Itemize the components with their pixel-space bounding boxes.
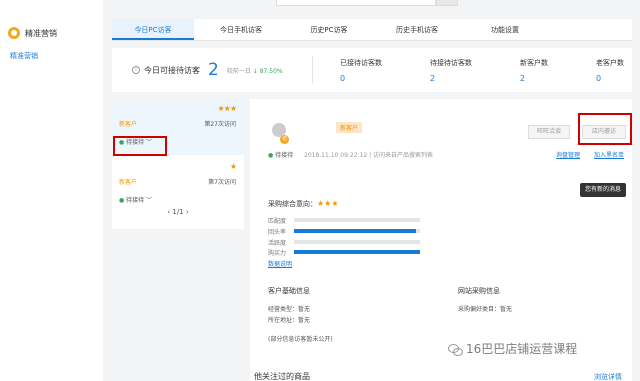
- highlight-box: [113, 136, 167, 156]
- kpi-value[interactable]: 2: [430, 74, 472, 83]
- tab-bar: 今日PC访客 今日手机访客 历史PC访客 历史手机访客 功能设置: [112, 19, 632, 41]
- next-page-icon[interactable]: ›: [186, 208, 189, 216]
- status-label: 待接待: [275, 152, 294, 159]
- privacy-note: (部分信息访客暂未公开): [268, 336, 333, 343]
- visit-meta: 2018.11.10 09:22:12 | 访问来自产品搜索列表: [304, 152, 434, 159]
- metric-label: 购买力: [268, 250, 287, 257]
- tab-history-mobile[interactable]: 历史手机访客: [376, 19, 458, 40]
- top-search-button[interactable]: [436, 0, 458, 6]
- location: 所在地址：暂无: [268, 317, 311, 324]
- divider: [312, 56, 313, 84]
- receivable-stat: i 今日可接待访客 2 较前一日 ↓ 87.50%: [132, 60, 283, 80]
- sidebar: 精准营销 精准营销: [0, 0, 103, 381]
- metric-bar: [294, 240, 420, 244]
- blacklist-link[interactable]: 加入黑名单: [594, 150, 624, 159]
- metric-label: 回头率: [268, 229, 287, 236]
- kpi-label: 已接待访客数: [340, 59, 382, 67]
- kpi-value[interactable]: 0: [596, 74, 624, 83]
- tab-today-pc[interactable]: 今日PC访客: [112, 19, 194, 40]
- metric-bar: [294, 250, 420, 254]
- stats-panel: i 今日可接待访客 2 较前一日 ↓ 87.50% 已接待访客数 0 待接待访客…: [112, 48, 632, 92]
- new-customer-badge: 新客户: [336, 122, 363, 133]
- target-icon: [8, 27, 20, 39]
- visitor-detail: 访 新客户 ● 待接待 2018.11.10 09:22:12 | 访问来自产品…: [250, 99, 632, 381]
- status-dot-icon: ●: [119, 197, 125, 204]
- receivable-label: 今日可接待访客: [144, 65, 200, 75]
- top-search-input[interactable]: [276, 0, 436, 6]
- metric-label: 匹配度: [268, 218, 287, 225]
- metric-bar-fill: [294, 250, 420, 254]
- kpi-old-customers: 老客户数 0: [596, 58, 624, 83]
- kpi-pending: 待接待访客数 2: [430, 58, 472, 83]
- watermark-text: 16巴巴店铺运营课程: [466, 342, 578, 356]
- status-dropdown[interactable]: ● 待接待 ﹀: [119, 195, 152, 204]
- tab-today-mobile[interactable]: 今日手机访客: [200, 19, 282, 40]
- business-type: 经营类型：暂无: [268, 306, 311, 313]
- sidebar-item-precision-marketing[interactable]: 精准营销: [10, 51, 38, 61]
- browse-detail-link[interactable]: 浏览详情: [594, 372, 622, 381]
- status-indicator: ● 待接待: [268, 150, 293, 159]
- purchase-intent: 采购综合意向：★★★: [268, 199, 339, 209]
- new-customer-tag: 新客户: [119, 121, 138, 128]
- kpi-label: 待接待访客数: [430, 59, 472, 67]
- kpi-label: 老客户数: [596, 59, 624, 67]
- chevron-down-icon: ﹀: [146, 197, 153, 204]
- visitor-card[interactable]: ★ 新客户 第7次访问 ● 待接待 ﹀: [112, 157, 244, 213]
- star-rating: ★★★: [217, 104, 236, 113]
- metric-bar: [294, 218, 420, 222]
- kpi-new-customers: 新客户数 2: [520, 58, 548, 83]
- star-rating: ★★★: [317, 199, 339, 208]
- compare-arrow-icon: ↓: [252, 67, 258, 75]
- inquiry-manage-link[interactable]: 询盘管理: [556, 150, 580, 159]
- visit-count: 第7次访问: [208, 179, 236, 186]
- prev-page-icon[interactable]: ‹: [167, 208, 170, 216]
- compare-prefix: 较前一日: [226, 67, 251, 75]
- compare-pct: 87.50%: [259, 67, 283, 75]
- compare-text: 较前一日 ↓ 87.50%: [227, 66, 283, 75]
- info-icon[interactable]: i: [132, 66, 140, 74]
- metric-bar-fill: [294, 229, 417, 233]
- viewed-products-title: 他关注过的商品: [254, 372, 310, 381]
- status-label: 待接待: [126, 197, 145, 204]
- sidebar-logo: 精准营销: [8, 27, 57, 39]
- purchase-intent-label: 采购综合意向：: [268, 200, 317, 208]
- sidebar-logo-text: 精准营销: [25, 28, 57, 38]
- data-explain-link[interactable]: 数据说明: [268, 259, 292, 268]
- purchase-preference: 采购偏好类目：暂无: [458, 306, 513, 313]
- receivable-value: 2: [208, 60, 219, 80]
- kpi-value[interactable]: 2: [520, 74, 548, 83]
- visitor-badge-icon: 访: [280, 135, 289, 144]
- wechat-icon: [448, 342, 463, 356]
- visit-count: 第27次访问: [204, 121, 236, 128]
- new-customer-tag: 新客户: [119, 179, 138, 186]
- new-message-button[interactable]: 您有新的消息: [580, 183, 626, 197]
- page-indicator: 1/1: [172, 208, 184, 216]
- tab-history-pc[interactable]: 历史PC访客: [288, 19, 370, 40]
- tab-settings[interactable]: 功能设置: [464, 19, 546, 40]
- basic-info-title: 客户基础信息: [268, 287, 310, 295]
- purchase-info-title: 网站采购信息: [458, 287, 500, 295]
- kpi-label: 新客户数: [520, 59, 548, 67]
- watermark: 16巴巴店铺运营课程: [448, 340, 577, 357]
- kpi-received: 已接待访客数 0: [340, 58, 382, 83]
- star-rating: ★: [229, 162, 237, 171]
- metric-bar: [294, 229, 420, 233]
- highlight-box: [578, 113, 632, 145]
- pagination: ‹ 1/1 ›: [112, 208, 244, 216]
- status-dot-icon: ●: [268, 152, 274, 159]
- metric-label: 活跃度: [268, 240, 287, 247]
- kpi-value[interactable]: 0: [340, 74, 382, 83]
- chat-button[interactable]: 旺旺洽谈: [528, 125, 570, 139]
